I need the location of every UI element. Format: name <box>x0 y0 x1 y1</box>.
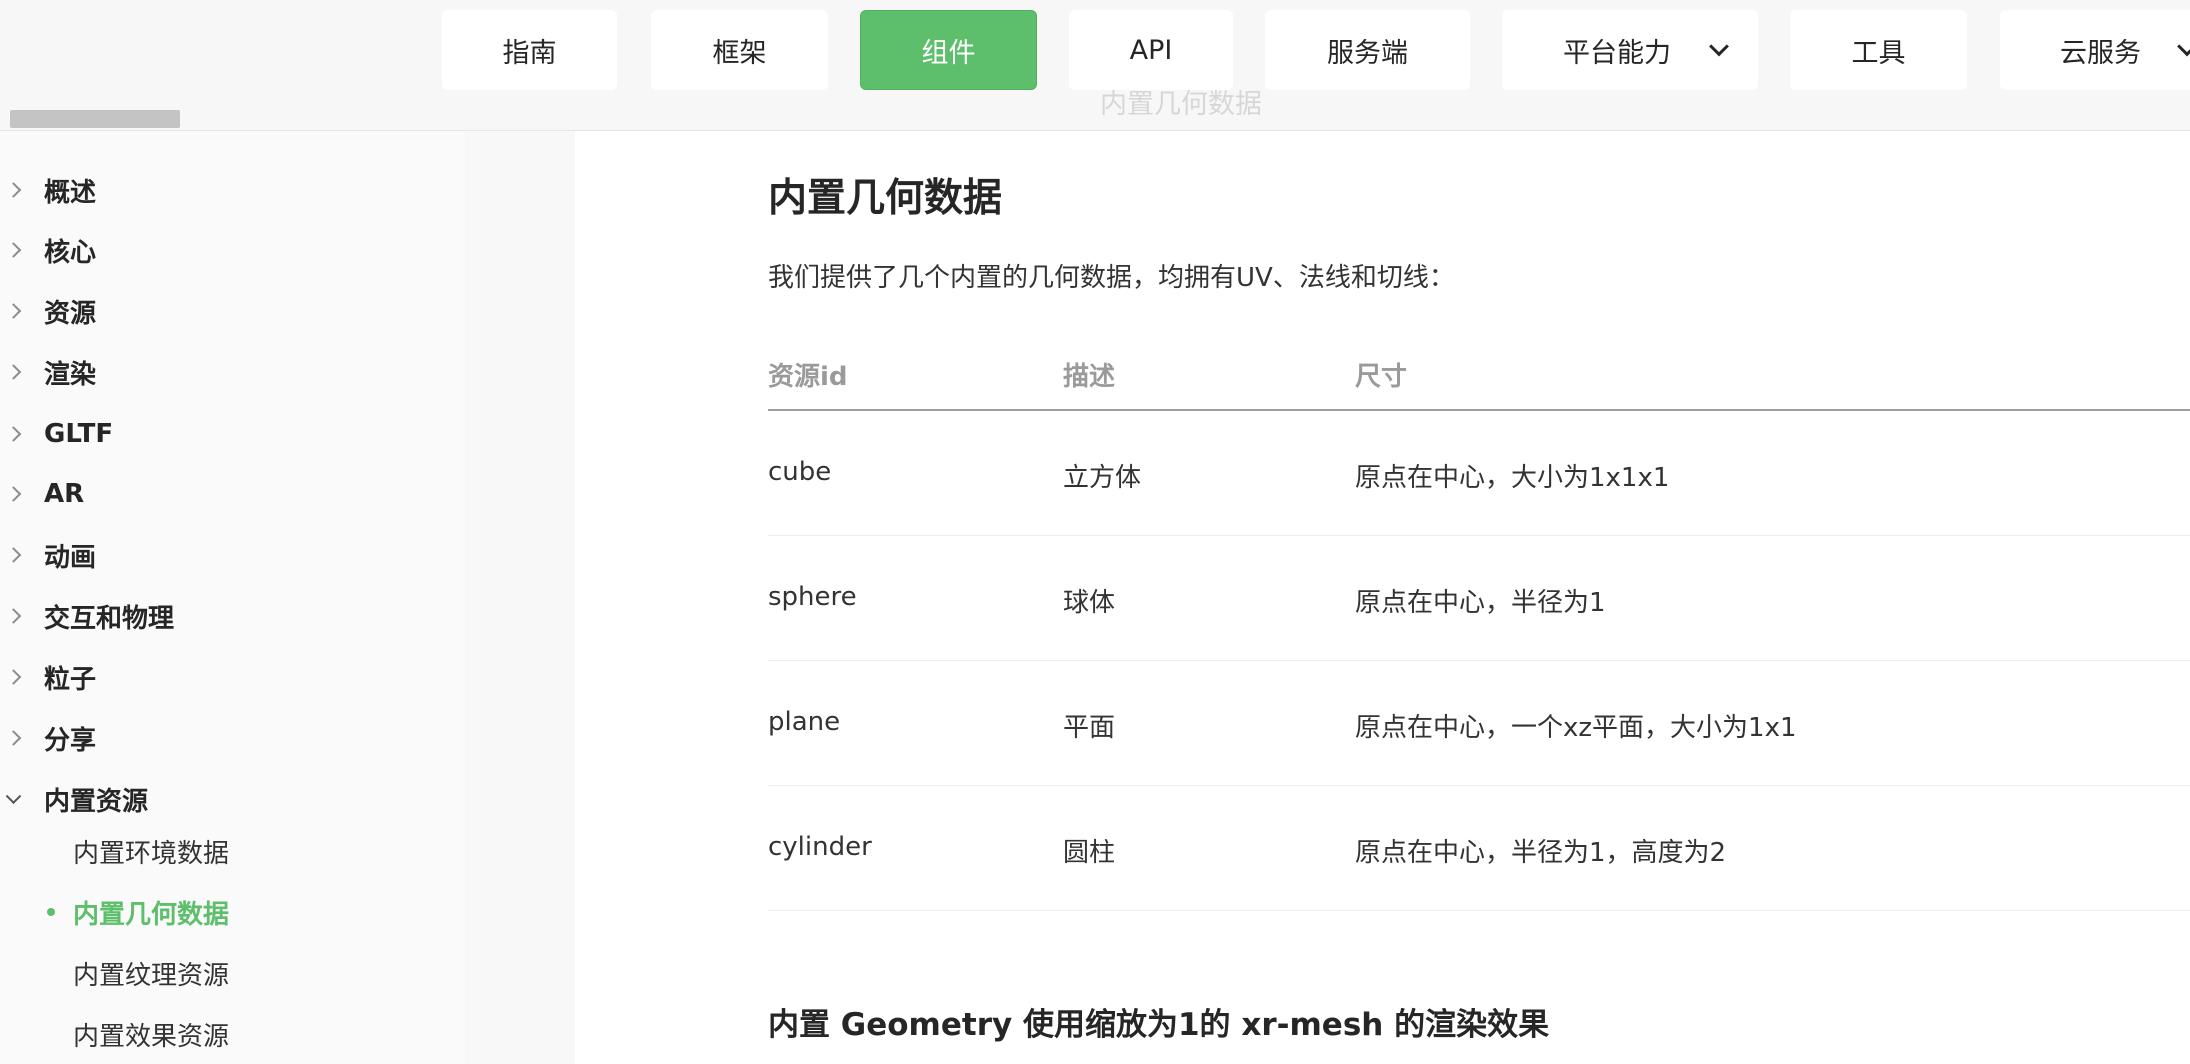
chevron-right-icon <box>5 303 22 319</box>
sidebar-subitem-label: 内置纹理资源 <box>73 960 230 991</box>
nav-tab-components[interactable]: 组件 <box>860 10 1037 90</box>
table-row: sphere 球体 原点在中心，半径为1 <box>768 536 2190 661</box>
nav-tab-platform[interactable]: 平台能力 <box>1502 10 1758 90</box>
section-title: 内置 Geometry 使用缩放为1的 xr-mesh 的渲染效果 <box>768 1007 1550 1043</box>
nav-tab-label: 平台能力 <box>1563 37 1671 69</box>
sidebar-item-label: 资源 <box>44 298 97 329</box>
sidebar-subitem-effect-resources[interactable]: 内置效果资源 <box>0 1014 465 1054</box>
main-content: 内置几何数据 我们提供了几个内置的几何数据，均拥有UV、法线和切线： 资源id … <box>575 131 2190 1064</box>
nav-tab-tools[interactable]: 工具 <box>1790 10 1967 90</box>
chevron-right-icon <box>5 608 22 624</box>
nav-tab-label: API <box>1129 34 1173 66</box>
sidebar-subitem-geometry-data[interactable]: 内置几何数据 <box>0 892 465 932</box>
nav-tab-label: 服务端 <box>1327 37 1408 69</box>
table-row: plane 平面 原点在中心，一个xz平面，大小为1x1 <box>768 661 2190 786</box>
sidebar-item-ar[interactable]: AR <box>0 474 465 514</box>
sidebar-subitem-label: 内置效果资源 <box>73 1021 230 1052</box>
sidebar-item-particles[interactable]: 粒子 <box>0 657 465 697</box>
table-header-cell: 描述 <box>1063 362 1116 392</box>
table-cell: plane <box>768 707 841 737</box>
sidebar-item-builtin-resources[interactable]: 内置资源 <box>0 779 465 819</box>
sidebar-item-label: 核心 <box>44 237 97 268</box>
sidebar-item-resources[interactable]: 资源 <box>0 291 465 331</box>
sidebar: 概述 核心 资源 渲染 GLTF AR 动画 交互和物理 粒子 分享 内置资源 <box>0 131 465 1064</box>
table-row: cylinder 圆柱 原点在中心，半径为1，高度为2 <box>768 786 2190 911</box>
nav-tab-guide[interactable]: 指南 <box>442 10 617 90</box>
nav-tab-cloud[interactable]: 云服务 <box>2000 10 2190 90</box>
table-cell: cube <box>768 457 832 487</box>
sidebar-item-label: 交互和物理 <box>44 603 175 634</box>
nav-tab-server[interactable]: 服务端 <box>1265 10 1470 90</box>
sidebar-item-label: 粒子 <box>44 664 97 695</box>
sidebar-gutter <box>465 131 575 1064</box>
nav-tab-label: 框架 <box>712 37 767 69</box>
sidebar-item-rendering[interactable]: 渲染 <box>0 352 465 392</box>
chevron-right-icon <box>5 242 22 258</box>
sidebar-item-interaction-physics[interactable]: 交互和物理 <box>0 596 465 636</box>
top-navigation: 内置几何数据 指南 框架 组件 API 服务端 平台能力 工具 云服务 <box>0 0 2190 131</box>
chevron-right-icon <box>5 547 22 563</box>
sidebar-item-label: 概述 <box>44 177 97 208</box>
nav-tab-label: 云服务 <box>2060 37 2141 69</box>
sidebar-item-animation[interactable]: 动画 <box>0 535 465 575</box>
sidebar-item-label: 分享 <box>44 725 97 756</box>
chevron-right-icon <box>5 669 22 685</box>
table-cell: 圆柱 <box>1063 838 1116 868</box>
sidebar-item-label: GLTF <box>44 419 114 449</box>
sidebar-item-gltf[interactable]: GLTF <box>0 414 465 454</box>
table-row: cube 立方体 原点在中心，大小为1x1x1 <box>768 411 2190 536</box>
intro-paragraph: 我们提供了几个内置的几何数据，均拥有UV、法线和切线： <box>768 263 1455 293</box>
table-cell: 原点在中心，大小为1x1x1 <box>1355 463 1670 493</box>
geometry-table: 资源id 描述 尺寸 cube 立方体 原点在中心，大小为1x1x1 spher… <box>768 346 2190 911</box>
sidebar-item-overview[interactable]: 概述 <box>0 170 465 210</box>
chevron-right-icon <box>5 426 22 442</box>
table-cell: sphere <box>768 582 857 612</box>
sidebar-subitem-texture-resources[interactable]: 内置纹理资源 <box>0 953 465 993</box>
nav-tab-label: 组件 <box>921 37 976 69</box>
sidebar-subitem-label: 内置几何数据 <box>73 899 230 930</box>
nav-tab-label: 指南 <box>502 37 557 69</box>
nav-tab-api[interactable]: API <box>1069 10 1233 90</box>
sidebar-item-label: 内置资源 <box>44 786 149 817</box>
sidebar-item-label: 渲染 <box>44 359 97 390</box>
sidebar-subitem-label: 内置环境数据 <box>73 838 230 869</box>
table-cell: 原点在中心，半径为1，高度为2 <box>1355 838 1727 868</box>
sidebar-item-share[interactable]: 分享 <box>0 718 465 758</box>
sidebar-header-ghost <box>10 110 180 128</box>
chevron-down-icon <box>5 788 22 805</box>
sidebar-subitem-env-data[interactable]: 内置环境数据 <box>0 831 465 871</box>
nav-tab-framework[interactable]: 框架 <box>651 10 828 90</box>
chevron-right-icon <box>5 182 22 198</box>
chevron-right-icon <box>5 364 22 380</box>
chevron-right-icon <box>5 486 22 502</box>
table-cell: 原点在中心，一个xz平面，大小为1x1 <box>1355 713 1797 743</box>
table-header: 资源id 描述 尺寸 <box>768 346 2190 411</box>
chevron-down-icon <box>2177 36 2190 57</box>
table-header-cell: 尺寸 <box>1355 362 1408 392</box>
sidebar-item-core[interactable]: 核心 <box>0 230 465 270</box>
table-cell: 球体 <box>1063 588 1116 618</box>
page-title: 内置几何数据 <box>768 176 1003 221</box>
table-cell: 立方体 <box>1063 463 1142 493</box>
sidebar-item-label: AR <box>44 479 85 509</box>
table-cell: 平面 <box>1063 713 1116 743</box>
nav-tab-label: 工具 <box>1851 37 1906 69</box>
chevron-right-icon <box>5 730 22 746</box>
sidebar-item-label: 动画 <box>44 542 97 573</box>
active-dot-icon <box>47 908 55 916</box>
chevron-down-icon <box>1709 36 1729 57</box>
table-cell: 原点在中心，半径为1 <box>1355 588 1606 618</box>
table-cell: cylinder <box>768 832 872 862</box>
table-header-cell: 资源id <box>768 362 848 392</box>
